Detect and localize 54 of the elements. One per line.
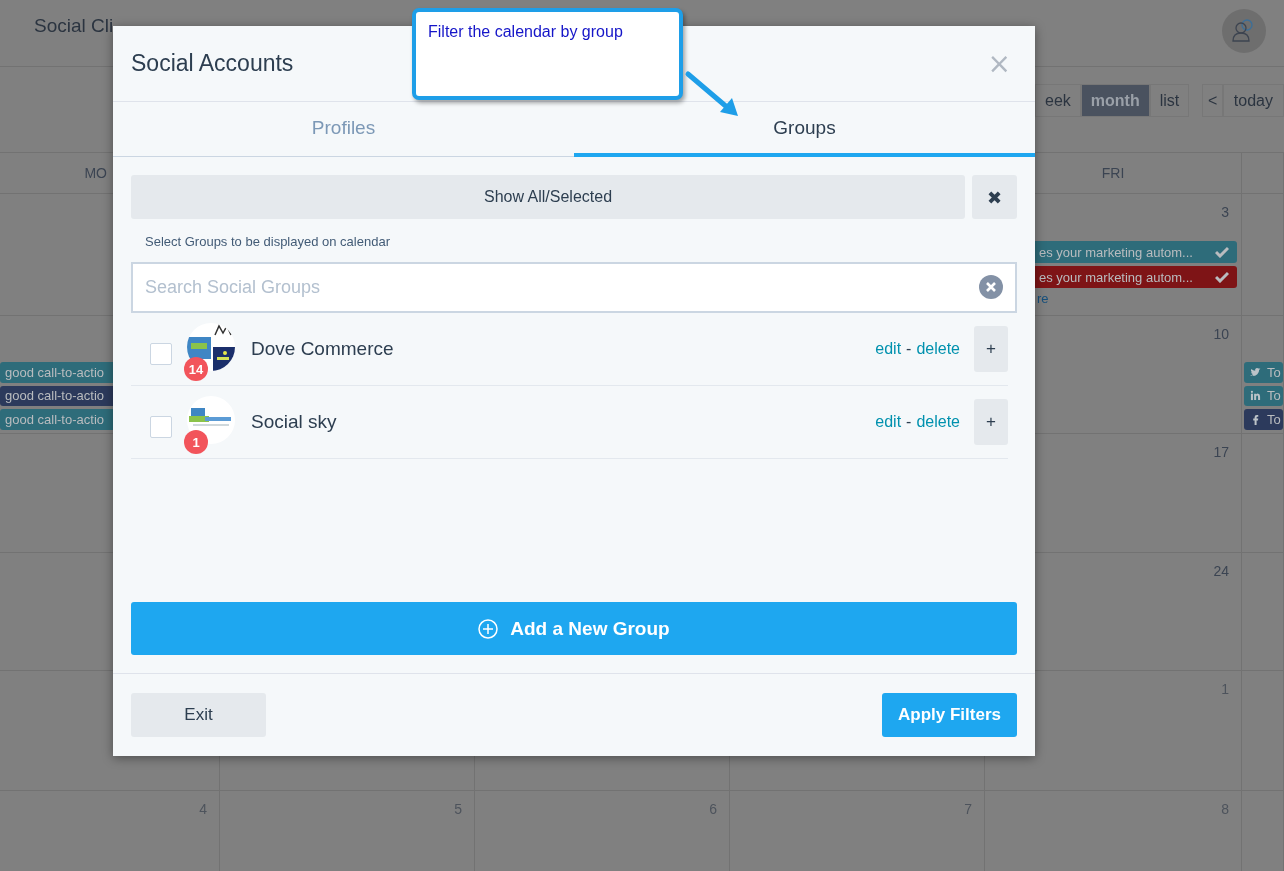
add-button[interactable]: +	[974, 326, 1008, 372]
event-title: es your marketing autom...	[1039, 269, 1193, 285]
add-group-button[interactable]: Add a New Group	[131, 602, 1017, 655]
clear-button[interactable]: ✖	[972, 175, 1017, 219]
close-button[interactable]: ×	[981, 46, 1017, 81]
clear-search-icon[interactable]	[979, 275, 1003, 299]
calendar-event[interactable]: To	[1244, 361, 1283, 383]
separator: -	[906, 340, 912, 358]
app-title: Social Cli	[34, 15, 114, 37]
event-title: es your marketing autom...	[1039, 244, 1193, 260]
separator: -	[906, 413, 912, 431]
previous-button[interactable]: <	[1202, 84, 1223, 117]
apply-filters-button[interactable]: Apply Filters	[882, 693, 1017, 737]
day-number: 10	[1213, 325, 1230, 344]
day-number: 17	[1213, 443, 1230, 462]
facebook-icon	[1250, 414, 1261, 426]
event-title: good call-to-actio	[5, 364, 104, 380]
weekday-header: MO	[84, 165, 107, 181]
day-number: 24	[1213, 562, 1230, 581]
event-title: To	[1267, 388, 1281, 404]
dialog-title: Social Accounts	[131, 50, 294, 77]
tab[interactable]: Profiles	[113, 102, 574, 157]
count-badge: 14	[184, 357, 208, 381]
weekday-header: FRI	[1101, 165, 1125, 181]
event-title: good call-to-actio	[5, 412, 104, 428]
view-tab[interactable]: list	[1149, 84, 1190, 117]
delete-link[interactable]: delete	[916, 413, 960, 431]
checkbox[interactable]	[150, 416, 172, 438]
calendar-event[interactable]: To	[1244, 409, 1283, 430]
edit-link[interactable]: edit	[875, 340, 902, 358]
twitter-icon	[1250, 366, 1261, 378]
show-all-button[interactable]: Show All/Selected	[131, 175, 965, 219]
plus-circle-icon	[478, 618, 499, 639]
view-tab[interactable]: eek	[1035, 84, 1081, 117]
search-field[interactable]: Search Social Groups	[131, 262, 1017, 313]
day-number: 3	[1221, 203, 1230, 222]
view-tab[interactable]: month	[1080, 84, 1150, 117]
user-avatar-icon[interactable]	[1222, 9, 1266, 53]
exit-button[interactable]: Exit	[131, 693, 266, 737]
calendar-event[interactable]: To	[1244, 385, 1283, 407]
group-name: Dove Commerce	[251, 338, 395, 360]
add-button[interactable]: +	[974, 399, 1008, 445]
event-title: To	[1267, 412, 1281, 428]
hint-text: Select Groups to be displayed on calendar	[145, 234, 391, 249]
linkedin-icon	[1250, 390, 1261, 402]
event-title: To	[1267, 364, 1281, 380]
group-name: Social sky	[251, 411, 338, 433]
count-badge: 1	[184, 430, 208, 454]
today-button[interactable]: today	[1222, 84, 1284, 117]
delete-link[interactable]: delete	[916, 340, 960, 358]
event-title: good call-to-actio	[5, 388, 104, 404]
checkbox[interactable]	[150, 343, 172, 365]
edit-link[interactable]: edit	[875, 413, 902, 431]
callout-text: Filter the calendar by group	[428, 23, 623, 40]
